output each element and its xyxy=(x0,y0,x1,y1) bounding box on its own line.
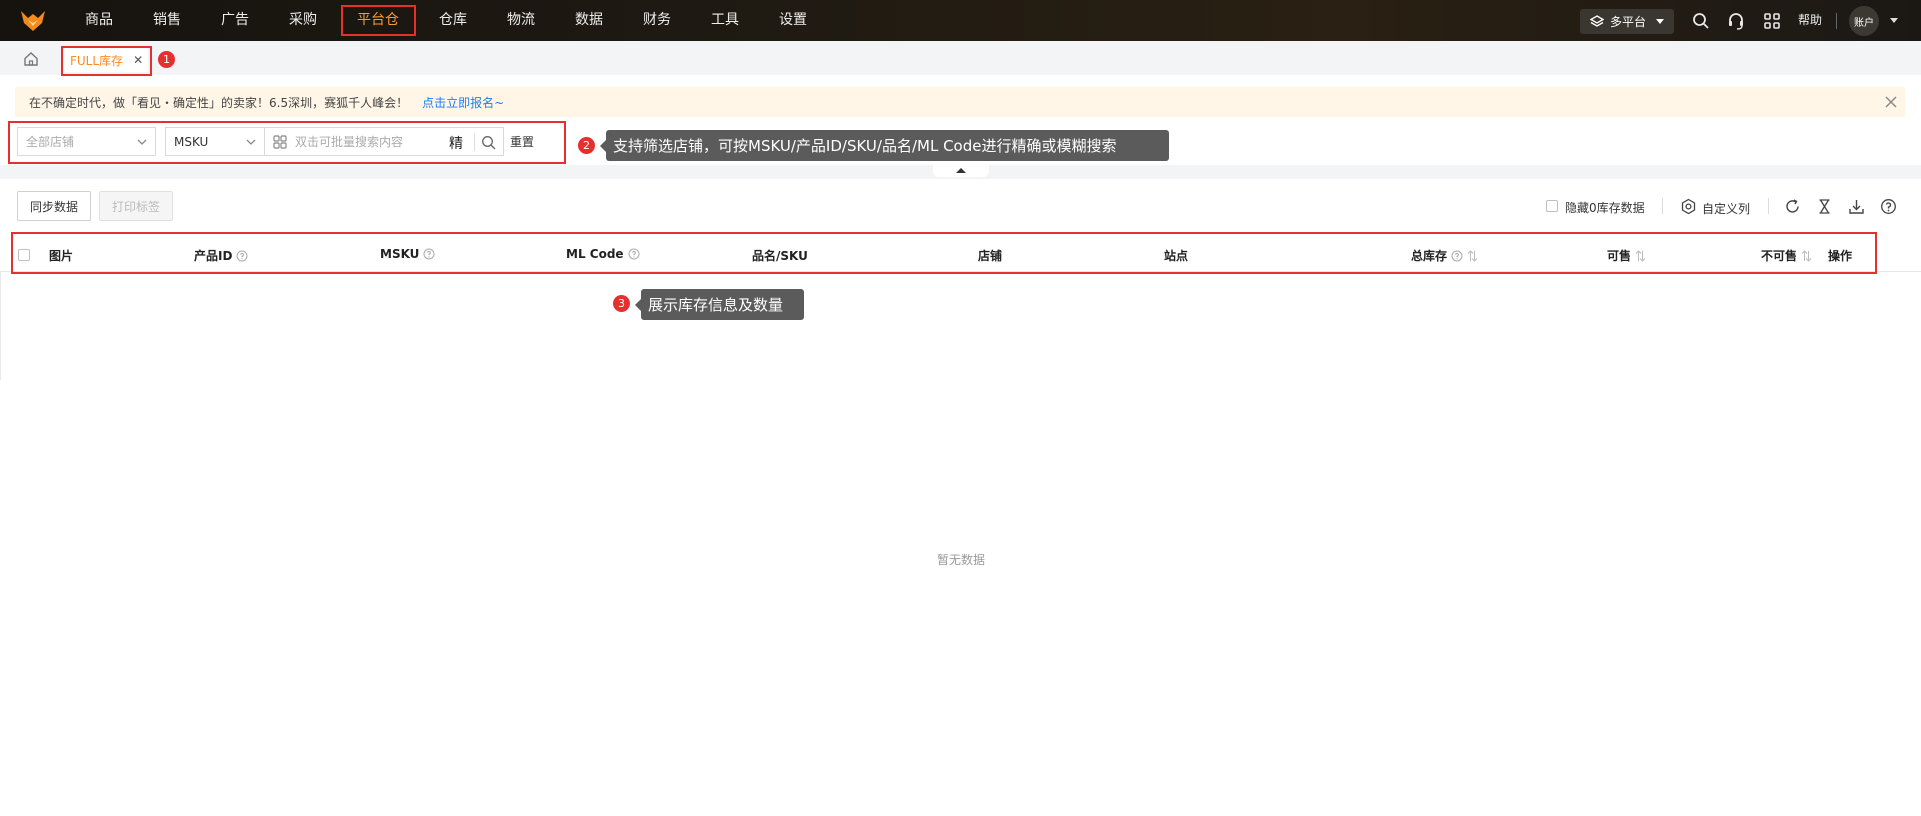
custom-columns-label[interactable]: 自定义列 xyxy=(1702,200,1750,217)
help-circle-icon[interactable] xyxy=(1880,198,1897,215)
caret-down-icon xyxy=(1656,19,1665,24)
home-icon[interactable] xyxy=(23,51,39,67)
toolbar-divider xyxy=(1768,198,1769,214)
nav-item-purchase[interactable]: 采购 xyxy=(288,0,318,41)
download-icon[interactable] xyxy=(1848,198,1865,215)
refresh-icon[interactable] xyxy=(1784,198,1801,215)
highlight-box-table-header xyxy=(11,232,1877,274)
nav-item-tools[interactable]: 工具 xyxy=(710,0,740,41)
search-icon[interactable] xyxy=(1692,12,1710,30)
collapse-toggle[interactable] xyxy=(933,165,989,177)
apps-grid-icon[interactable] xyxy=(1763,12,1781,30)
nav-item-ads[interactable]: 广告 xyxy=(220,0,250,41)
announcement-banner: 在不确定时代，做「看见・确定性」的卖家！6.5深圳，赛狐千人峰会！ 点击立即报名… xyxy=(15,87,1905,117)
print-label-button[interactable]: 打印标签 xyxy=(99,191,173,221)
table-tooltip: 展示库存信息及数量 xyxy=(635,289,804,320)
nav-divider xyxy=(1836,13,1837,29)
fox-logo-icon[interactable] xyxy=(20,8,46,32)
nav-item-data[interactable]: 数据 xyxy=(574,0,604,41)
register-link[interactable]: 点击立即报名~ xyxy=(422,94,504,111)
hide-zero-checkbox[interactable] xyxy=(1546,200,1558,212)
nav-item-warehouse[interactable]: 仓库 xyxy=(438,0,468,41)
callout-badge-3: 3 xyxy=(613,295,630,312)
settings-gear-icon[interactable] xyxy=(1680,198,1697,215)
empty-state-text: 暂无数据 xyxy=(937,553,986,567)
toolbar-divider xyxy=(1662,198,1663,214)
highlight-box-tab xyxy=(61,46,152,76)
table-body-border xyxy=(0,272,1,380)
banner-close-icon[interactable] xyxy=(1884,95,1898,109)
callout-badge-2: 2 xyxy=(578,137,595,154)
account-caret-icon[interactable] xyxy=(1890,18,1898,23)
nav-item-sales[interactable]: 销售 xyxy=(152,0,182,41)
nav-item-finance[interactable]: 财务 xyxy=(642,0,672,41)
table-tooltip-text: 展示库存信息及数量 xyxy=(648,296,784,314)
layers-icon xyxy=(1590,14,1604,27)
account-avatar[interactable]: 账户 xyxy=(1849,6,1879,36)
announcement-text: 在不确定时代，做「看见・确定性」的卖家！6.5深圳，赛狐千人峰会！ xyxy=(29,95,409,110)
highlight-box-filters xyxy=(8,121,566,164)
hide-zero-label[interactable]: 隐藏0库存数据 xyxy=(1565,199,1645,216)
sync-data-button[interactable]: 同步数据 xyxy=(17,191,91,221)
filter-tooltip: 支持筛选店铺，可按MSKU/产品ID/SKU/品名/ML Code进行精确或模糊… xyxy=(600,130,1169,161)
filter-tooltip-text: 支持筛选店铺，可按MSKU/产品ID/SKU/品名/ML Code进行精确或模糊… xyxy=(613,137,1117,155)
tabs-bar xyxy=(0,41,1921,75)
platform-switcher[interactable]: 多平台 xyxy=(1580,9,1674,34)
headset-icon[interactable] xyxy=(1727,12,1745,30)
nav-item-logistics[interactable]: 物流 xyxy=(506,0,536,41)
highlight-box-nav xyxy=(341,5,416,36)
platform-label: 多平台 xyxy=(1610,15,1647,29)
callout-badge-1: 1 xyxy=(158,51,175,68)
nav-item-settings[interactable]: 设置 xyxy=(778,0,808,41)
help-link[interactable]: 帮助 xyxy=(1798,0,1822,41)
nav-item-products[interactable]: 商品 xyxy=(84,0,114,41)
hourglass-icon[interactable] xyxy=(1816,198,1833,215)
